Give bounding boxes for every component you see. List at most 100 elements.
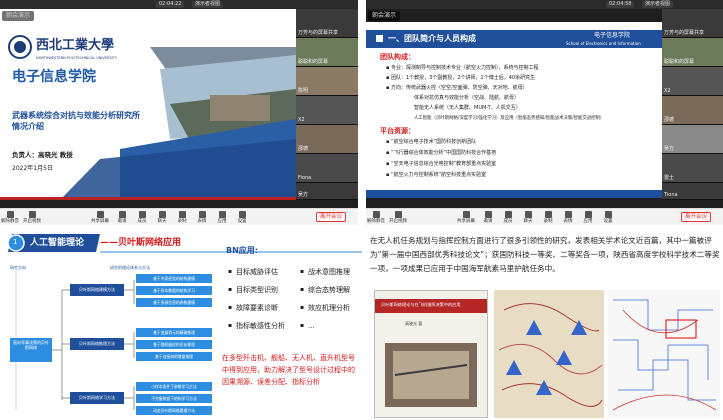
apps-button[interactable]: 应用	[212, 210, 232, 224]
bullet-icon: ▪	[300, 268, 305, 275]
chat-button[interactable]: 聊天	[152, 210, 172, 224]
diagram-item-box: 动态贝叶斯网络建模方法	[136, 406, 212, 415]
meeting-window-1: 02:04:22 演示者视图 西北工業大學 NORTHWESTERN POLYT…	[0, 0, 358, 225]
apps-button[interactable]: 应用	[578, 210, 598, 224]
bullet-icon: ▪	[300, 322, 305, 329]
participant-tile[interactable]: 万芳与的屏幕共享	[662, 9, 723, 38]
participant-tile[interactable]: X2	[662, 67, 723, 96]
gear-icon	[604, 211, 612, 218]
settings-button[interactable]: 设置	[598, 210, 618, 224]
settings-button[interactable]: 设置	[232, 210, 252, 224]
diagram-item-box: 基于随机抽样的近似推理	[136, 340, 212, 349]
mute-button[interactable]: 解除静音	[0, 210, 20, 224]
participant-tile[interactable]: 聪聪和的屏幕	[296, 38, 358, 67]
bullet-icon: ▪	[228, 286, 233, 293]
diagram-item-box: 基于样本数据的结构学习	[136, 286, 212, 295]
members-icon	[504, 211, 512, 218]
participant-tile[interactable]: 雷士	[662, 154, 723, 183]
participant-tile[interactable]: 吴方	[662, 125, 723, 154]
diagram-group-box: 贝叶斯网络推理方法	[70, 338, 124, 350]
bn-application-heading: BN应用:	[226, 246, 258, 255]
record-button[interactable]: 录制	[172, 210, 192, 224]
meeting-titlebar: 02:04:22 演示者视图	[0, 0, 358, 9]
camera-icon	[28, 211, 36, 218]
school-name-en: NORTHWESTERN POLYTECHNICAL UNIVERSITY	[36, 56, 117, 60]
bn-subtitle: ——贝叶斯网络应用	[100, 238, 182, 248]
participant-tile[interactable]: X2	[296, 96, 358, 125]
members-icon	[138, 211, 146, 218]
share-icon	[462, 211, 470, 218]
slide-date: 2022年1月5日	[12, 165, 53, 172]
map-figure-1	[494, 290, 604, 418]
slide-title-line2: 情况介绍	[12, 122, 44, 131]
meeting-clock: 02:04:58	[606, 1, 635, 8]
share-icon	[96, 211, 104, 218]
bn-app-item: 效应机理分析	[308, 304, 350, 312]
slide-title-line1: 武器系统综合对抗与效能分析研究所	[12, 111, 140, 120]
book-illustration	[385, 343, 477, 407]
presenter-view-button[interactable]: 演示者视图	[642, 1, 674, 8]
participant-tile[interactable]: 聪聪和的屏幕	[662, 38, 723, 67]
section-number: 一、	[388, 34, 404, 43]
diagram-item-box: 基于变量消元的精确推理	[136, 328, 212, 337]
diagram-root-box: 面向军事决策的贝叶斯网络	[10, 338, 52, 362]
record-button[interactable]: 录制	[538, 210, 558, 224]
reactions-button[interactable]: 表情	[192, 210, 212, 224]
chat-button[interactable]: 聊天	[518, 210, 538, 224]
diagram-mid-head: 研究的理论体系与方法	[110, 265, 150, 270]
bn-app-item: 目标类型识别	[236, 286, 278, 294]
leave-meeting-button[interactable]: 离开会议	[681, 212, 712, 222]
bn-app-item: ...	[308, 322, 315, 330]
participant-tile[interactable]: 万芳与的屏幕共享	[296, 9, 358, 38]
platform-line: ▪ “飞行器综合体效能分析”中国国防科技合作基地	[386, 150, 497, 156]
participant-sidebar: 万芳与的屏幕共享 聪聪和的屏幕 X2 邵德 吴方 雷士 Tiona	[662, 9, 723, 200]
emoji-icon	[198, 211, 206, 218]
participant-tile[interactable]: Tiona	[662, 183, 723, 200]
share-button[interactable]: 共享屏幕	[456, 210, 476, 224]
presenter-view-button[interactable]: 演示者视图	[192, 1, 224, 8]
ai-theory-title: 人工智能理论	[30, 238, 85, 248]
reactions-button[interactable]: 表情	[558, 210, 578, 224]
participant-tile[interactable]: 陈明	[296, 67, 358, 96]
book-author: 高晓光 著	[405, 321, 423, 326]
bn-app-item: 故障要素诊断	[236, 304, 278, 312]
participant-tile[interactable]: 邵德	[662, 96, 723, 125]
apps-icon	[584, 211, 592, 218]
members-button[interactable]: 成员	[498, 210, 518, 224]
participant-tile[interactable]: 邵德	[296, 125, 358, 154]
participant-tile[interactable]: Fiona	[296, 154, 358, 183]
team-line: 人工智能（贝叶斯网络/深度学习/强化学习）及应用（智能态势感知/智能战术决策/智…	[414, 116, 605, 121]
meeting-clock: 02:04:22	[156, 1, 185, 8]
team-line: ▪ 方向：传统武器火控（空空/空面弹、防空弹、天对地、航母）	[386, 85, 528, 91]
platform-heading: 平台资源：	[380, 127, 415, 135]
emoji-icon	[564, 211, 572, 218]
mute-button[interactable]: 解除静音	[366, 210, 386, 224]
school-name: 西北工業大學	[36, 38, 115, 53]
participant-tile[interactable]: 吴方	[296, 183, 358, 200]
leave-meeting-button[interactable]: 离开会议	[316, 212, 347, 222]
invite-icon	[484, 211, 492, 218]
bullet-icon: ▪	[228, 322, 233, 329]
speaking-indicator: 朝会演示	[368, 11, 401, 21]
gear-icon	[238, 211, 246, 218]
meeting-toolbar: 解除静音 开启视频 共享屏幕 邀请 成员 聊天 录制 表情 应用 设置 离开会议	[0, 208, 358, 225]
section-title: 团队简介与人员构成	[404, 34, 476, 43]
invite-button[interactable]: 邀请	[112, 210, 132, 224]
bullet-icon: ▪	[300, 304, 305, 311]
shared-slide: 西北工業大學 NORTHWESTERN POLYTECHNICAL UNIVER…	[0, 9, 296, 200]
members-button[interactable]: 成员	[132, 210, 152, 224]
team-line: 智能无人系统（无人集群、MUM-T、人机交互）	[414, 105, 521, 111]
bn-diagram: 研究方向 研究的理论体系与方法 面向军事决策的贝叶斯网络 贝叶斯网络建模方法 贝…	[6, 260, 218, 418]
video-button[interactable]: 开启视频	[388, 210, 408, 224]
team-line: ▪ 团队：1个教授，3个副教授，2个讲师，1个博士后，40余研究生	[386, 75, 536, 81]
diagram-item-box: 基于多源信息的参数建模	[136, 298, 212, 307]
video-button[interactable]: 开启视频	[22, 210, 42, 224]
map-figure-2	[608, 290, 720, 418]
chat-icon	[524, 211, 532, 218]
share-button[interactable]: 共享屏幕	[90, 210, 110, 224]
speaking-indicator: 朝会演示	[2, 11, 35, 21]
presenter-name: 负责人：高晓光 教授	[12, 151, 73, 159]
invite-button[interactable]: 邀请	[478, 210, 498, 224]
bn-application-paragraph: 在多型歼击机、舰船、无人机、直升机型号中得到应用，助力解决了型号设计过程中的因果…	[222, 354, 355, 386]
diagram-item-box: 不完备数据下结构学习方法	[136, 394, 212, 403]
